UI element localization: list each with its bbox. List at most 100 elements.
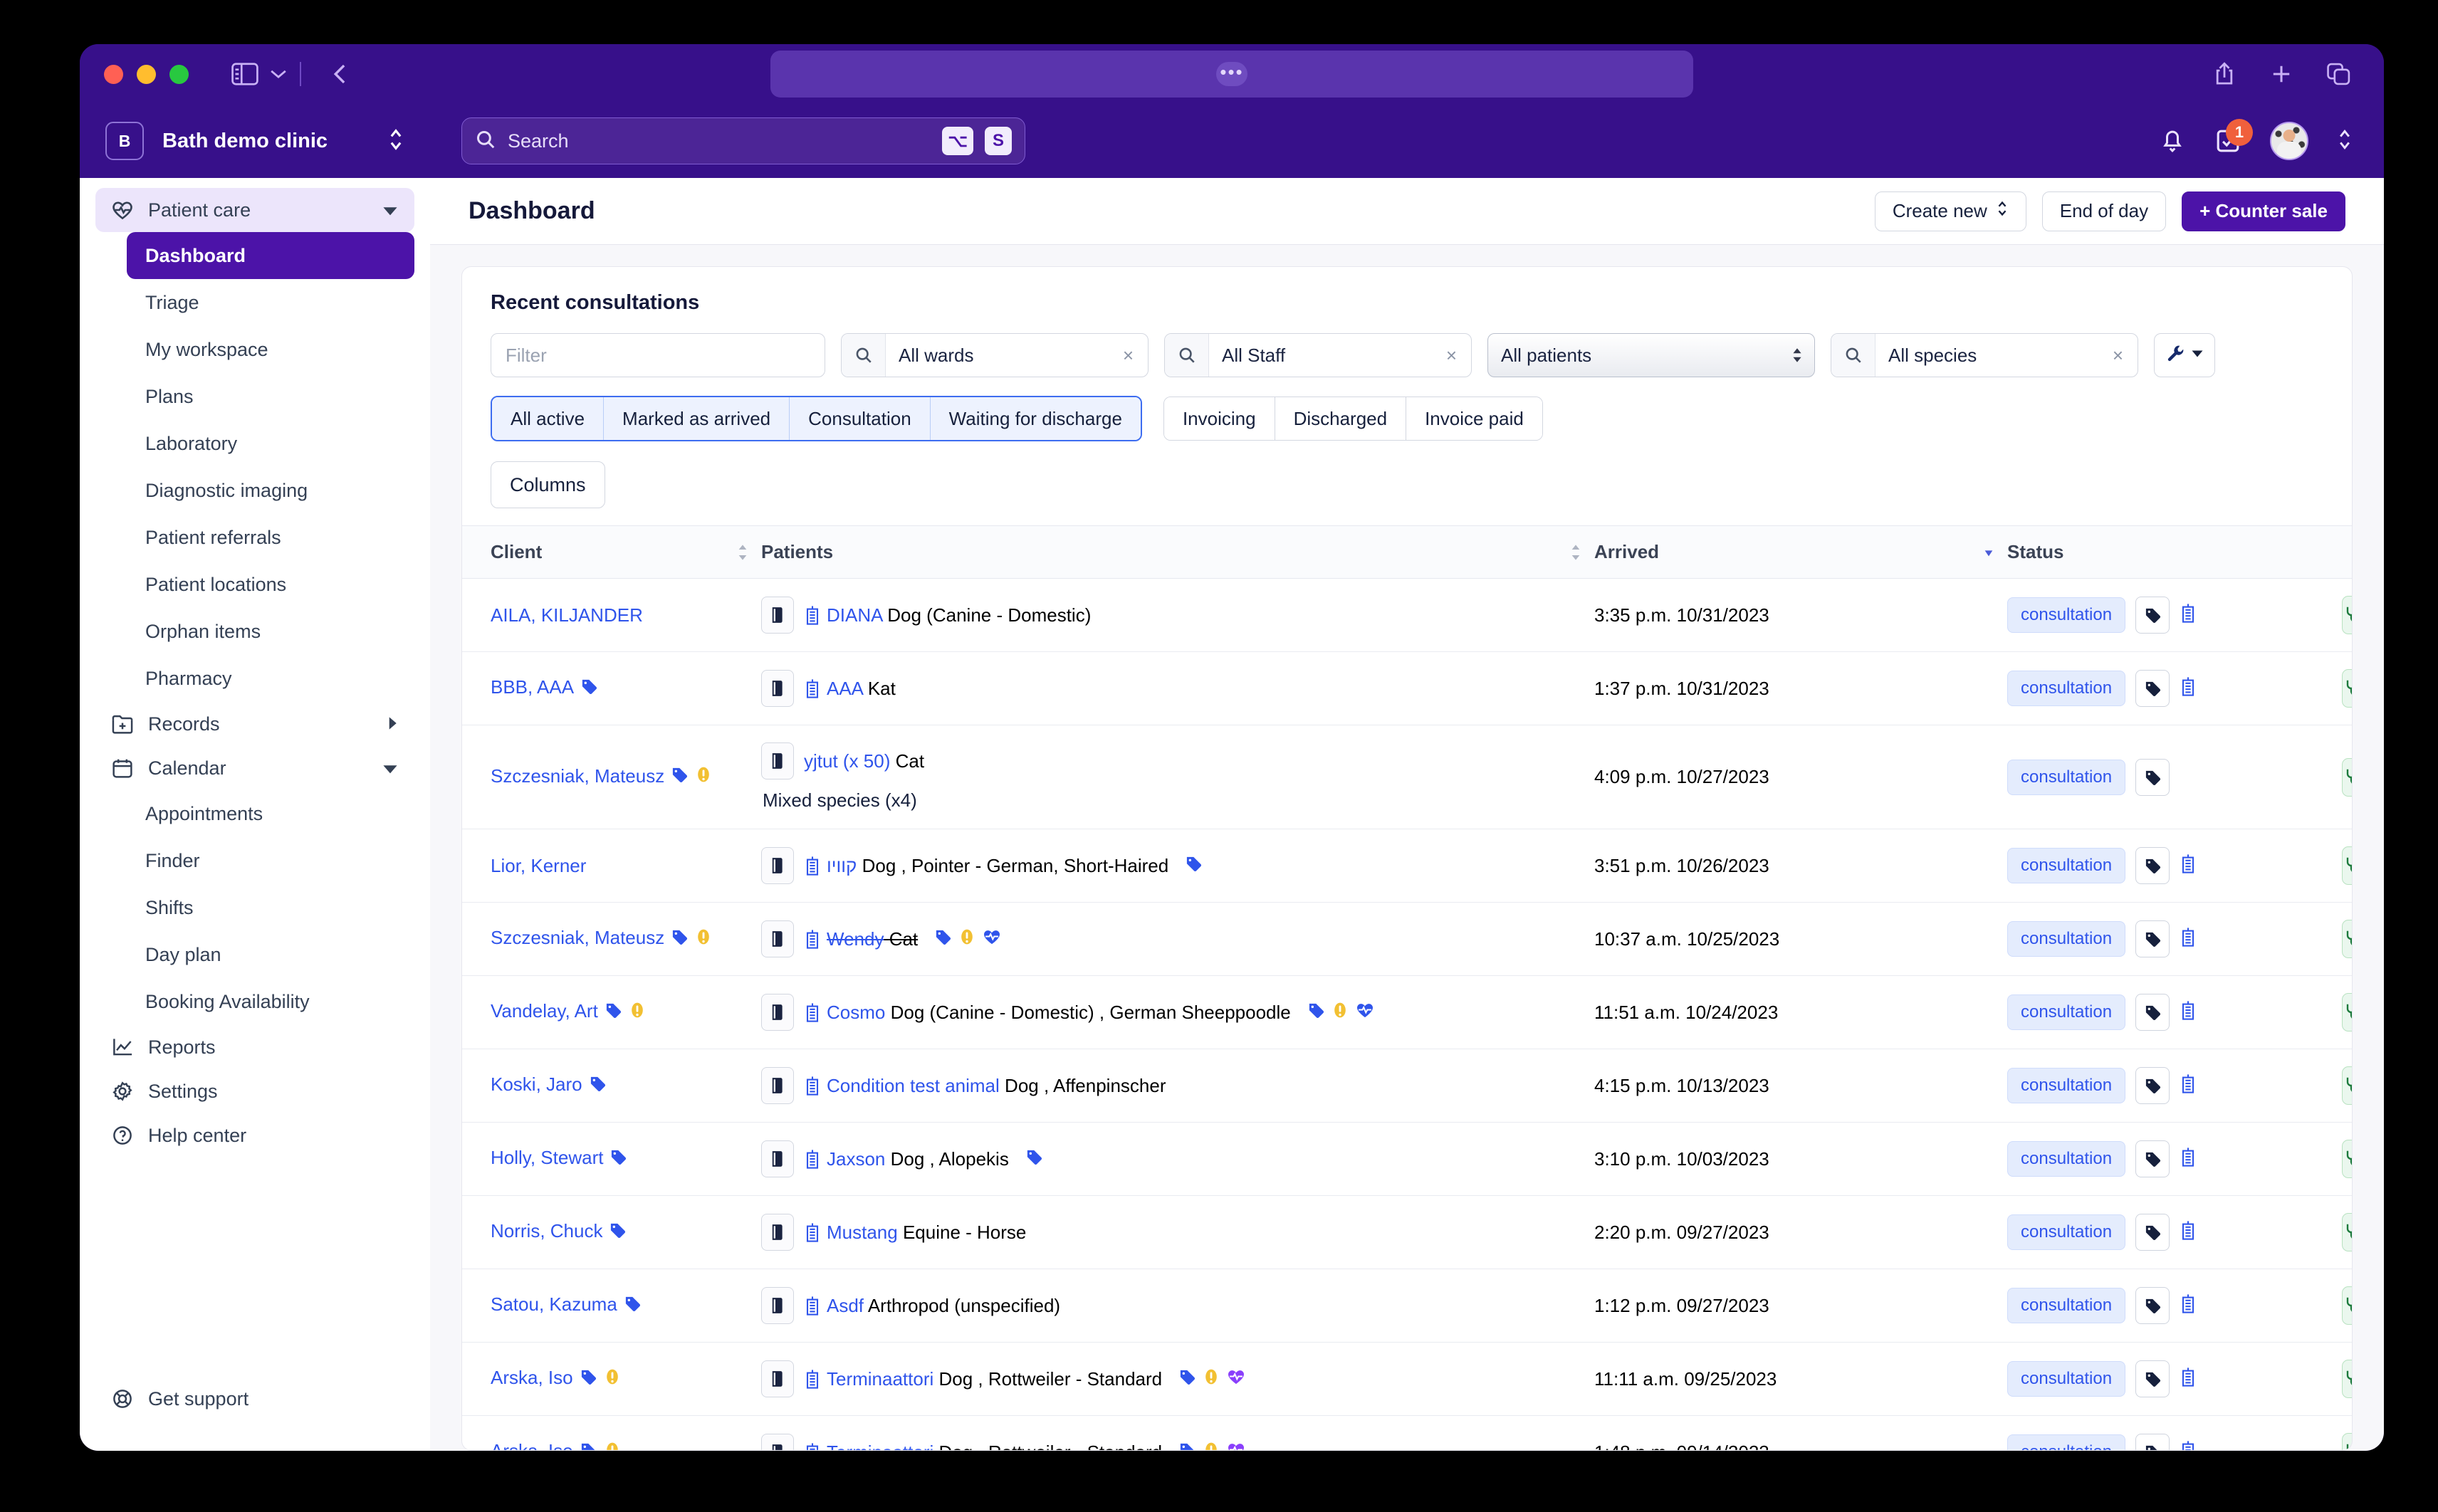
status-badge[interactable]: consultation: [2007, 1141, 2126, 1177]
tab-invoice-paid[interactable]: Invoice paid: [1406, 397, 1542, 440]
end-of-day-button[interactable]: End of day: [2041, 191, 2167, 231]
column-header-client[interactable]: Client: [462, 525, 761, 579]
tag-button[interactable]: [2135, 597, 2170, 634]
chevron-down-icon[interactable]: [268, 67, 288, 81]
sidebar-item-triage[interactable]: Triage: [127, 279, 414, 326]
sort-icon[interactable]: [737, 544, 748, 561]
create-new-button[interactable]: Create new: [1874, 191, 2026, 231]
tab-marked-as-arrived[interactable]: Marked as arrived: [604, 397, 790, 440]
tab-waiting-for-discharge[interactable]: Waiting for discharge: [930, 397, 1141, 440]
minimize-window-button[interactable]: [137, 64, 156, 84]
sidebar-item-shifts[interactable]: Shifts: [127, 884, 414, 931]
client-link[interactable]: Vandelay, Art: [491, 1000, 598, 1022]
column-header-patients[interactable]: Patients: [761, 525, 1594, 579]
patient-record-button[interactable]: [761, 742, 794, 779]
start-consultation-button[interactable]: [2342, 920, 2352, 958]
start-consultation-button[interactable]: [2342, 993, 2352, 1031]
table-row[interactable]: Satou, Kazuma Asdf Arthropod (unspecified…: [462, 1269, 2352, 1343]
sort-icon-desc[interactable]: [1983, 547, 1994, 557]
sidebar-icon[interactable]: [231, 63, 258, 85]
chevron-up-down-icon[interactable]: [387, 127, 404, 155]
tasks-button[interactable]: 1: [2214, 119, 2253, 154]
back-icon[interactable]: [330, 62, 351, 86]
patient-link[interactable]: Asdf: [827, 1295, 864, 1316]
tab-discharged[interactable]: Discharged: [1275, 397, 1407, 440]
status-badge[interactable]: consultation: [2007, 1434, 2126, 1450]
clinic-switcher[interactable]: B Bath demo clinic: [80, 104, 430, 178]
tag-button[interactable]: [2135, 1287, 2170, 1324]
browser-url-bar[interactable]: •••: [770, 51, 1693, 98]
patient-record-button[interactable]: [761, 994, 794, 1031]
start-consultation-button[interactable]: [2342, 1213, 2352, 1251]
tab-invoicing[interactable]: Invoicing: [1163, 397, 1275, 440]
url-ellipsis-icon[interactable]: •••: [1216, 62, 1247, 86]
chevron-right-icon[interactable]: [386, 713, 399, 735]
table-row[interactable]: Holly, Stewart Jaxson Dog , Alopekis 3:10 …: [462, 1122, 2352, 1196]
patient-link[interactable]: Wendy: [827, 928, 884, 950]
sidebar-group-settings[interactable]: Settings: [95, 1069, 414, 1113]
patient-link[interactable]: Condition test animal: [827, 1075, 1000, 1096]
sidebar-group-records[interactable]: Records: [95, 702, 414, 746]
status-badge[interactable]: consultation: [2007, 1361, 2126, 1397]
sidebar-item-diagnostic-imaging[interactable]: Diagnostic imaging: [127, 467, 414, 514]
tab-consultation[interactable]: Consultation: [790, 397, 931, 440]
patient-record-button[interactable]: [761, 1067, 794, 1104]
consultations-table-scroll[interactable]: Client Patients Arrived Status AILA, KIL…: [462, 525, 2352, 1450]
start-consultation-button[interactable]: [2342, 1066, 2352, 1105]
staff-filter[interactable]: All Staff ×: [1164, 333, 1472, 377]
patient-link[interactable]: yjtut (x 50): [804, 750, 890, 772]
avatar[interactable]: [2270, 122, 2308, 160]
status-badge[interactable]: consultation: [2007, 1214, 2126, 1250]
sidebar-item-plans[interactable]: Plans: [127, 373, 414, 420]
client-link[interactable]: Holly, Stewart: [491, 1147, 603, 1168]
tag-button[interactable]: [2135, 847, 2170, 884]
patient-record-button[interactable]: [761, 1214, 794, 1251]
sidebar-group-help-center[interactable]: Help center: [95, 1113, 414, 1157]
table-row[interactable]: Arska, Iso Terminaattori Dog , Rottweiler…: [462, 1342, 2352, 1416]
start-consultation-button[interactable]: [2342, 596, 2352, 634]
tag-button[interactable]: [2135, 920, 2170, 957]
client-link[interactable]: Arska, Iso: [491, 1440, 573, 1450]
patient-record-button[interactable]: [761, 1140, 794, 1177]
sidebar-item-laboratory[interactable]: Laboratory: [127, 420, 414, 467]
client-link[interactable]: BBB, AAA: [491, 676, 574, 698]
sidebar-item-patient-locations[interactable]: Patient locations: [127, 561, 414, 608]
table-row[interactable]: AILA, KILJANDER DIANA Dog (Canine - Domes…: [462, 578, 2352, 652]
patient-record-button[interactable]: [761, 1287, 794, 1324]
start-consultation-button[interactable]: [2342, 1433, 2352, 1450]
species-filter[interactable]: All species ×: [1831, 333, 2138, 377]
new-tab-icon[interactable]: [2270, 63, 2293, 85]
patient-record-button[interactable]: [761, 847, 794, 884]
sidebar-item-pharmacy[interactable]: Pharmacy: [127, 655, 414, 702]
tag-button[interactable]: [2135, 1360, 2170, 1397]
table-row[interactable]: Szczesniak, Mateusz Wendy Cat 10:37 a.m. 1…: [462, 902, 2352, 976]
start-consultation-button[interactable]: [2342, 669, 2352, 708]
status-badge[interactable]: consultation: [2007, 1288, 2126, 1323]
sidebar-group-calendar[interactable]: Calendar: [95, 746, 414, 790]
bell-icon[interactable]: [2159, 125, 2186, 157]
patient-link[interactable]: DIANA: [827, 604, 882, 626]
client-link[interactable]: AILA, KILJANDER: [491, 604, 643, 626]
tag-button[interactable]: [2135, 670, 2170, 707]
chevron-down-icon[interactable]: [382, 757, 399, 779]
sidebar-item-orphan-items[interactable]: Orphan items: [127, 608, 414, 655]
column-header-arrived[interactable]: Arrived: [1594, 525, 2007, 579]
sort-icon[interactable]: [1570, 544, 1581, 561]
table-row[interactable]: Arska, Iso Terminaattori Dog , Rottweiler…: [462, 1415, 2352, 1450]
counter-sale-button[interactable]: + Counter sale: [2182, 191, 2345, 231]
chevron-up-down-icon[interactable]: [2337, 128, 2353, 154]
patient-link[interactable]: קוויו: [827, 855, 857, 876]
patient-link[interactable]: Cosmo: [827, 1002, 885, 1023]
tag-button[interactable]: [2135, 994, 2170, 1031]
sidebar-group-reports[interactable]: Reports: [95, 1025, 414, 1069]
client-link[interactable]: Koski, Jaro: [491, 1073, 582, 1095]
patient-link[interactable]: Terminaattori: [827, 1368, 933, 1390]
tab-overview-icon[interactable]: [2327, 63, 2351, 85]
sidebar-item-booking-availability[interactable]: Booking Availability: [127, 978, 414, 1025]
wards-filter[interactable]: All wards ×: [841, 333, 1149, 377]
tag-button[interactable]: [2135, 1067, 2170, 1104]
clear-icon[interactable]: ×: [2107, 345, 2138, 367]
status-badge[interactable]: consultation: [2007, 597, 2126, 633]
table-row[interactable]: Szczesniak, Mateusz yjtut (x 50) Cat Mixed…: [462, 725, 2352, 829]
start-consultation-button[interactable]: [2342, 846, 2352, 885]
